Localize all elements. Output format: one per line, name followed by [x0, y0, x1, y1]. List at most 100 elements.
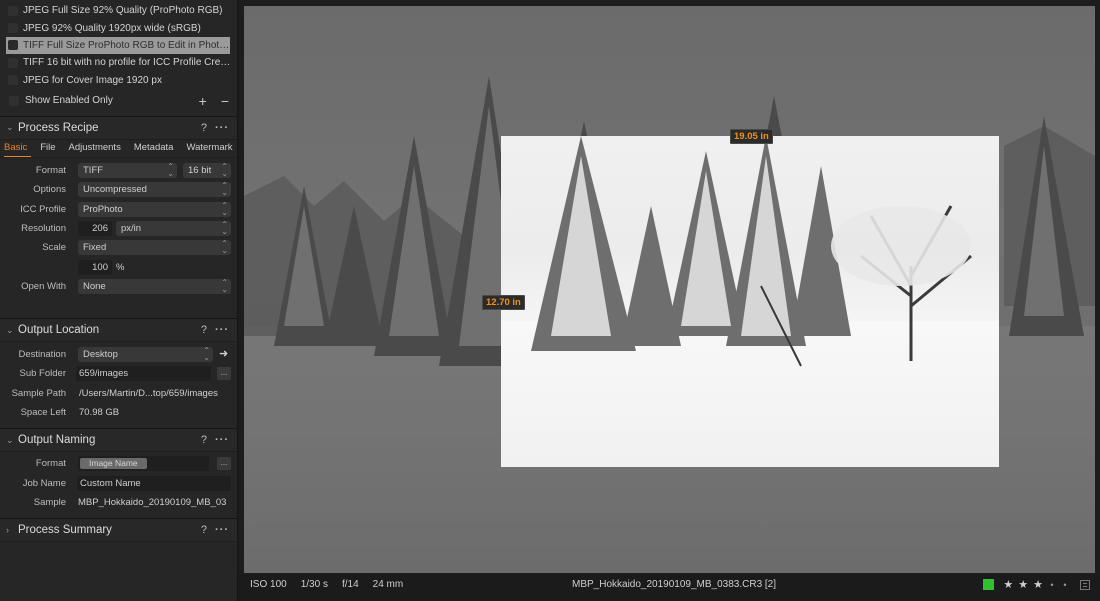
image-filename: MBP_Hokkaido_20190109_MB_0383.CR3 [2] — [572, 579, 777, 590]
recipe-label: JPEG for Cover Image 1920 px — [23, 74, 162, 86]
recipe-item[interactable]: JPEG Full Size 92% Quality (ProPhoto RGB… — [0, 2, 237, 19]
job-name-row: Job Name Custom Name — [0, 474, 237, 493]
output-location-header[interactable]: ⌄ Output Location ? ··· — [0, 318, 237, 343]
icc-profile-select[interactable]: ProPhoto ⌃ ⌄ — [78, 200, 231, 217]
format-row: Format TIFF ⌃ ⌄ 16 bit ⌃ ⌄ — [0, 161, 237, 180]
output-naming-header[interactable]: ⌄ Output Naming ? ··· — [0, 428, 237, 453]
crop-area[interactable] — [501, 136, 999, 467]
resolution-unit-select[interactable]: px/in ⌃ ⌄ — [116, 219, 231, 236]
scale-percent-input[interactable]: 100 — [78, 259, 112, 275]
resolution-input[interactable]: 206 — [78, 220, 112, 236]
viewer-status-bar: ISO 100 1/30 s f/14 24 mm MBP_Hokkaido_2… — [239, 575, 1100, 601]
image-viewer[interactable]: 19.05 in 12.70 in — [239, 0, 1100, 575]
reveal-destination-arrow-icon[interactable]: ➜ — [219, 347, 228, 360]
options-label: Options — [33, 184, 66, 196]
section-title: Output Naming — [18, 434, 96, 447]
updown-chevron-icon: ⌃ ⌄ — [221, 219, 228, 236]
naming-format-browse-button[interactable]: ... — [217, 457, 231, 471]
photo-preview[interactable]: 19.05 in 12.70 in — [244, 6, 1095, 573]
updown-chevron-icon: ⌃ ⌄ — [203, 346, 210, 363]
recipe-item[interactable]: JPEG for Cover Image 1920 px — [0, 72, 237, 89]
space-left-value: 70.98 GB — [79, 407, 120, 419]
updown-chevron-icon: ⌃ ⌄ — [221, 200, 228, 217]
updown-chevron-icon: ⌃ ⌄ — [221, 277, 228, 294]
chevron-down-icon[interactable]: ⌄ — [6, 122, 18, 133]
more-options-icon[interactable]: ··· — [215, 524, 229, 536]
scale-select[interactable]: Fixed ⌃ ⌄ — [78, 239, 231, 256]
sub-folder-browse-button[interactable]: ... — [217, 367, 231, 381]
help-icon[interactable]: ? — [201, 434, 207, 446]
help-icon[interactable]: ? — [201, 122, 207, 134]
empty-star-dot-4[interactable]: • — [1048, 580, 1056, 590]
format-label: Format — [35, 165, 66, 177]
chevron-right-icon[interactable]: › — [6, 525, 18, 535]
naming-format-row: Format Image Name ... — [0, 454, 237, 473]
star-icon-3[interactable]: ★ — [1033, 578, 1043, 591]
percent-sign: % — [116, 261, 125, 273]
destination-value: Desktop — [83, 349, 118, 361]
naming-sample-value: MBP_Hokkaido_20190109_MB_03 — [78, 496, 227, 508]
destination-label: Destination — [18, 349, 66, 361]
star-icon-2[interactable]: ★ — [1018, 578, 1028, 591]
show-enabled-only-row: Show Enabled Only + − — [0, 90, 237, 112]
naming-format-label: Format — [35, 458, 66, 470]
recipe-label: JPEG Full Size 92% Quality (ProPhoto RGB… — [23, 5, 223, 17]
help-icon[interactable]: ? — [201, 524, 207, 536]
recipe-item[interactable]: TIFF 16 bit with no profile for ICC Prof… — [0, 54, 237, 71]
recipe-item-selected[interactable]: TIFF Full Size ProPhoto RGB to Edit in P… — [6, 36, 230, 55]
bit-depth-select[interactable]: 16 bit ⌃ ⌄ — [183, 163, 231, 179]
process-summary-header[interactable]: › Process Summary ? ··· — [0, 518, 237, 543]
open-with-value: None — [83, 280, 106, 292]
tab-basic[interactable]: Basic — [4, 139, 32, 158]
shutter-speed-value: 1/30 s — [300, 579, 328, 590]
recipe-enable-checkbox[interactable] — [8, 75, 18, 86]
sub-folder-input[interactable]: 659/images — [76, 366, 211, 382]
scale-value: Fixed — [83, 242, 107, 254]
destination-select[interactable]: Desktop ⌃ ⌄ — [78, 346, 213, 363]
empty-star-dot-5[interactable]: • — [1061, 580, 1069, 590]
open-with-select[interactable]: None ⌃ ⌄ — [78, 277, 231, 294]
chevron-down-icon[interactable]: ⌄ — [6, 325, 18, 336]
process-recipe-header[interactable]: ⌄ Process Recipe ? ··· — [0, 115, 237, 140]
job-name-label: Job Name — [22, 477, 66, 489]
format-select[interactable]: TIFF ⌃ ⌄ — [78, 163, 177, 179]
job-name-input[interactable]: Custom Name — [77, 475, 231, 491]
sample-path-value: /Users/Martin/D...top/659/images — [79, 387, 218, 399]
recipe-label: TIFF Full Size ProPhoto RGB to Edit in P… — [23, 39, 230, 51]
section-title: Output Location — [18, 324, 100, 337]
image-info-icon[interactable] — [1080, 579, 1090, 590]
resolution-label: Resolution — [21, 222, 66, 234]
updown-chevron-icon: ⌃ ⌄ — [221, 239, 228, 256]
tab-metadata[interactable]: Metadata — [134, 139, 174, 157]
more-options-icon[interactable]: ··· — [215, 324, 229, 336]
image-name-token[interactable]: Image Name — [80, 458, 147, 470]
naming-format-input[interactable]: Image Name — [78, 456, 209, 472]
recipe-enable-checkbox[interactable] — [8, 57, 18, 68]
section-title: Process Recipe — [18, 121, 99, 134]
chevron-down-icon[interactable]: ⌄ — [6, 435, 18, 446]
iso-value: ISO 100 — [250, 579, 287, 590]
help-icon[interactable]: ? — [201, 324, 207, 336]
recipe-enable-checkbox[interactable] — [8, 23, 18, 34]
tab-file[interactable]: File — [40, 139, 55, 157]
show-enabled-only-checkbox[interactable] — [9, 95, 19, 106]
star-icon-1[interactable]: ★ — [1003, 578, 1013, 591]
remove-recipe-icon[interactable]: − — [221, 93, 229, 109]
show-enabled-only-label: Show Enabled Only — [25, 95, 113, 107]
tab-watermark[interactable]: Watermark — [186, 139, 232, 157]
recipe-enable-checkbox[interactable] — [8, 40, 18, 51]
updown-chevron-icon: ⌃ ⌄ — [221, 181, 228, 198]
more-options-icon[interactable]: ··· — [215, 434, 229, 446]
color-tag-green[interactable] — [983, 579, 995, 590]
add-recipe-icon[interactable]: + — [199, 93, 207, 109]
sub-folder-row: Sub Folder 659/images ... — [0, 364, 237, 383]
recipe-item[interactable]: JPEG 92% Quality 1920px wide (sRGB) — [0, 19, 237, 36]
recipe-enable-checkbox[interactable] — [8, 5, 18, 16]
destination-row: Destination Desktop ⌃ ⌄ ➜ — [0, 345, 237, 364]
sample-path-row: Sample Path /Users/Martin/D...top/659/im… — [0, 384, 237, 403]
format-value: TIFF — [83, 165, 104, 177]
more-options-icon[interactable]: ··· — [215, 122, 229, 134]
tab-adjustments[interactable]: Adjustments — [69, 139, 121, 157]
options-select[interactable]: Uncompressed ⌃ ⌄ — [78, 181, 231, 198]
icc-profile-label: ICC Profile — [20, 203, 66, 215]
